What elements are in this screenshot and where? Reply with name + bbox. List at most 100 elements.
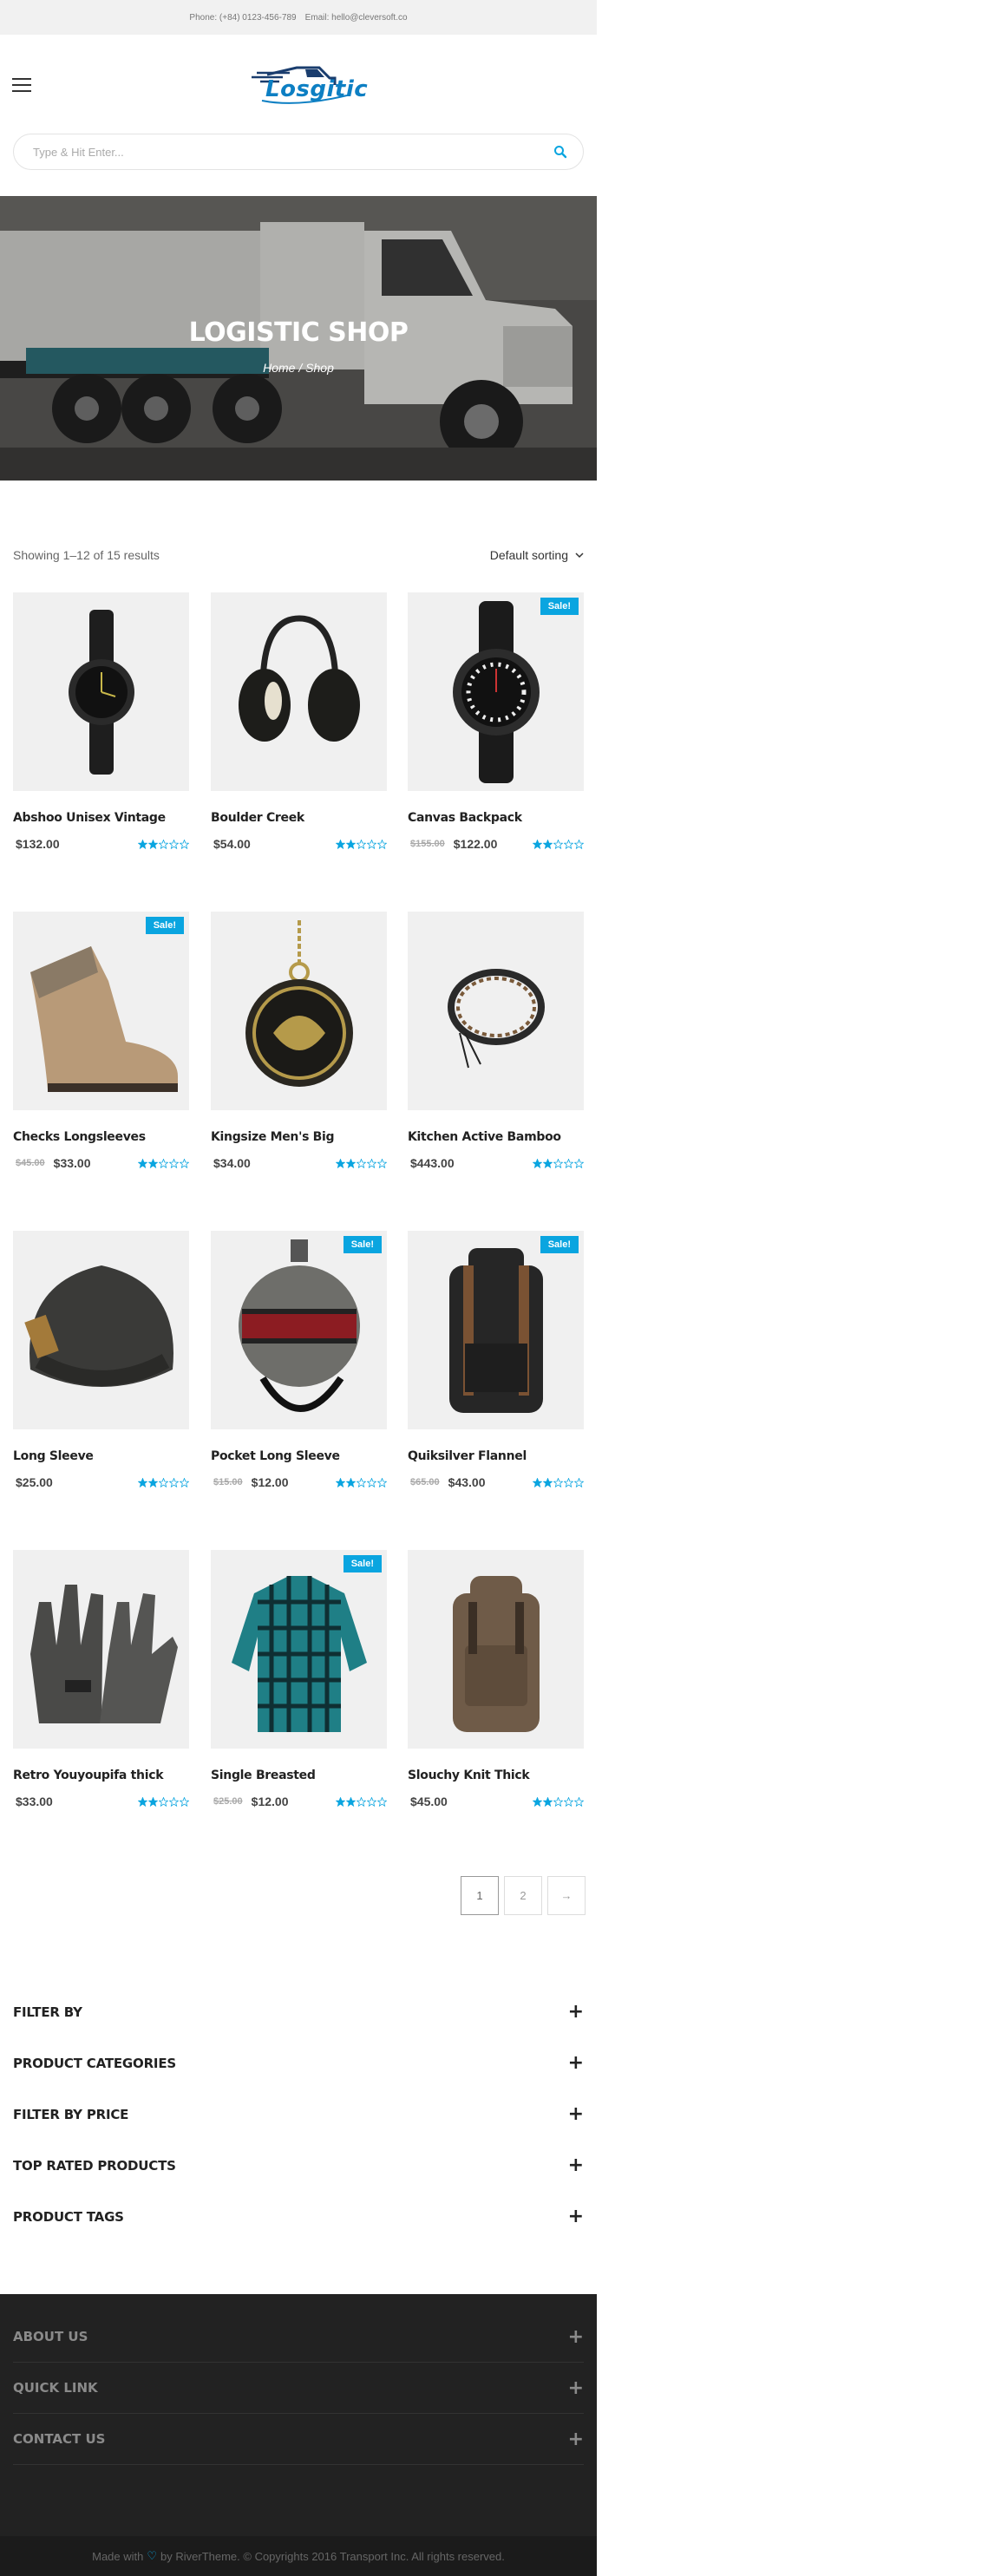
product-price: $54.00 xyxy=(213,837,251,851)
star-empty-icon xyxy=(564,839,573,849)
next-page-button[interactable]: → xyxy=(547,1876,586,1915)
star-filled-icon xyxy=(346,1158,356,1168)
star-empty-icon xyxy=(169,1158,179,1168)
widget-filter-by-price[interactable]: FILTER BY PRICE + xyxy=(13,2089,584,2140)
product-rating xyxy=(533,1477,584,1487)
widget-top-rated-products[interactable]: TOP RATED PRODUCTS + xyxy=(13,2140,584,2191)
widget-filter-by[interactable]: FILTER BY + xyxy=(13,1986,584,2037)
menu-icon[interactable] xyxy=(12,78,31,92)
breadcrumb-home[interactable]: Home xyxy=(263,361,295,375)
star-empty-icon xyxy=(159,1477,168,1487)
product-image[interactable] xyxy=(13,1550,189,1749)
search-bar xyxy=(13,134,584,170)
footer-widget-about-us[interactable]: ABOUT US + xyxy=(13,2311,584,2363)
product-name[interactable]: Checks Longsleeves xyxy=(13,1130,146,1144)
product-card[interactable]: Sale! Canvas Backpack $155.00 $122.00 xyxy=(408,592,584,851)
product-card[interactable]: Sale! Single Breasted $25.00 $12.00 xyxy=(211,1550,387,1808)
product-name[interactable]: Canvas Backpack xyxy=(408,811,522,825)
widget-product-tags[interactable]: PRODUCT TAGS + xyxy=(13,2191,584,2242)
product-name[interactable]: Quiksilver Flannel xyxy=(408,1449,527,1463)
star-filled-icon xyxy=(543,1796,553,1807)
product-card[interactable]: Kitchen Active Bamboo $443.00 xyxy=(408,912,584,1170)
product-prices: $54.00 xyxy=(211,837,251,851)
contact-phone: Phone: (+84) 0123-456-789 xyxy=(189,12,297,23)
widget-product-categories[interactable]: PRODUCT CATEGORIES + xyxy=(13,2037,584,2089)
search-icon[interactable] xyxy=(553,145,567,159)
star-empty-icon xyxy=(357,1158,366,1168)
footer-widget-title: CONTACT US xyxy=(13,2431,106,2447)
star-filled-icon xyxy=(543,1477,553,1487)
sorting-select[interactable]: Default sorting xyxy=(490,548,584,562)
product-card[interactable]: Abshoo Unisex Vintage $132.00 xyxy=(13,592,189,851)
product-image[interactable]: Sale! xyxy=(211,1231,387,1429)
product-image[interactable]: Sale! xyxy=(211,1550,387,1749)
page-2-button[interactable]: 2 xyxy=(504,1876,542,1915)
product-image[interactable] xyxy=(211,912,387,1110)
product-price: $34.00 xyxy=(213,1156,251,1170)
widget-title: FILTER BY xyxy=(13,2004,82,2020)
footer-widget-quick-link[interactable]: QUICK LINK + xyxy=(13,2363,584,2414)
product-name[interactable]: Abshoo Unisex Vintage xyxy=(13,811,166,825)
star-empty-icon xyxy=(169,1796,179,1807)
product-name[interactable]: Kingsize Men's Big xyxy=(211,1130,335,1144)
widget-title: TOP RATED PRODUCTS xyxy=(13,2157,176,2174)
product-rating xyxy=(138,1796,189,1807)
product-meta: $54.00 xyxy=(211,837,387,851)
logo-text: Losgitic xyxy=(265,76,369,102)
boot-image xyxy=(30,946,178,1092)
product-name[interactable]: Boulder Creek xyxy=(211,811,304,825)
product-price: $132.00 xyxy=(16,837,60,851)
star-filled-icon xyxy=(346,1796,356,1807)
page-1-button[interactable]: 1 xyxy=(461,1876,499,1915)
star-filled-icon xyxy=(533,1796,542,1807)
product-card[interactable]: Long Sleeve $25.00 xyxy=(13,1231,189,1489)
search-input[interactable] xyxy=(33,145,553,159)
product-card[interactable]: Sale! Quiksilver Flannel $65.00 $43.00 xyxy=(408,1231,584,1489)
product-card[interactable]: Kingsize Men's Big $34.00 xyxy=(211,912,387,1170)
product-name[interactable]: Retro Youyoupifa thick xyxy=(13,1769,164,1782)
gloves-image xyxy=(30,1585,178,1723)
shop-toolbar: Showing 1–12 of 15 results Default sorti… xyxy=(13,548,584,562)
star-empty-icon xyxy=(564,1796,573,1807)
sale-badge: Sale! xyxy=(540,598,579,615)
product-name[interactable]: Long Sleeve xyxy=(13,1449,94,1463)
contact-email[interactable]: Email: hello@cleversoft.co xyxy=(305,13,408,23)
product-card[interactable]: Sale! Pocket Long Sleeve $15.00 $12.00 xyxy=(211,1231,387,1489)
product-image[interactable] xyxy=(211,592,387,791)
product-prices: $15.00 $12.00 xyxy=(211,1475,288,1489)
product-card[interactable]: Sale! Checks Longsleeves $45.00 $33.00 xyxy=(13,912,189,1170)
product-meta: $132.00 xyxy=(13,837,189,851)
site-logo[interactable]: Losgitic xyxy=(245,62,368,106)
copyright-text: by RiverTheme. © Copyrights 2016 Transpo… xyxy=(160,2549,505,2563)
product-name[interactable]: Pocket Long Sleeve xyxy=(211,1449,340,1463)
product-prices: $34.00 xyxy=(211,1156,251,1170)
star-empty-icon xyxy=(377,1477,387,1487)
product-price: $12.00 xyxy=(251,1795,289,1808)
product-name[interactable]: Kitchen Active Bamboo xyxy=(408,1130,561,1144)
star-empty-icon xyxy=(367,839,376,849)
product-image[interactable] xyxy=(13,1231,189,1429)
product-image[interactable]: Sale! xyxy=(408,592,584,791)
product-name[interactable]: Single Breasted xyxy=(211,1769,316,1782)
product-image[interactable] xyxy=(13,592,189,791)
footer-widgets: ABOUT US + QUICK LINK + CONTACT US + xyxy=(13,2311,584,2465)
product-image[interactable] xyxy=(408,1550,584,1749)
pagination: 1 2 → xyxy=(461,1876,586,1915)
product-rating xyxy=(138,1477,189,1487)
product-card[interactable]: Retro Youyoupifa thick $33.00 xyxy=(13,1550,189,1808)
product-prices: $155.00 $122.00 xyxy=(408,837,497,851)
star-filled-icon xyxy=(543,1158,553,1168)
product-card[interactable]: Slouchy Knit Thick $45.00 xyxy=(408,1550,584,1808)
product-card[interactable]: Boulder Creek $54.00 xyxy=(211,592,387,851)
star-filled-icon xyxy=(533,1477,542,1487)
page-title: LOGISTIC SHOP xyxy=(188,317,409,348)
old-price: $45.00 xyxy=(16,1158,45,1168)
product-image[interactable]: Sale! xyxy=(408,1231,584,1429)
star-filled-icon xyxy=(148,1796,158,1807)
wristwatch-image xyxy=(69,610,134,775)
product-image[interactable]: Sale! xyxy=(13,912,189,1110)
product-image[interactable] xyxy=(408,912,584,1110)
product-name[interactable]: Slouchy Knit Thick xyxy=(408,1769,530,1782)
footer-widget-contact-us[interactable]: CONTACT US + xyxy=(13,2414,584,2465)
plus-icon: + xyxy=(567,2428,584,2450)
